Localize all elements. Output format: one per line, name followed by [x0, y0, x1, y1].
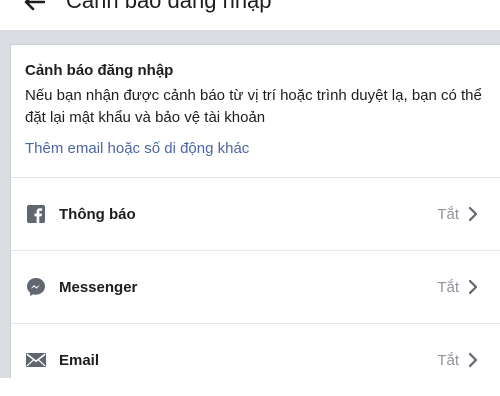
row-notifications[interactable]: Thông báo Tắt — [11, 178, 500, 250]
status-text: Tắt — [437, 278, 459, 296]
back-button[interactable] — [20, 0, 48, 16]
facebook-icon — [26, 204, 46, 224]
row-label: Email — [59, 351, 100, 369]
page-title: Cảnh báo đăng nhập — [66, 0, 272, 13]
add-contact-link[interactable]: Thêm email hoặc số di động khác — [25, 139, 486, 159]
row-label: Messenger — [59, 278, 138, 296]
row-email[interactable]: Email Tắt — [11, 324, 500, 396]
messenger-icon — [26, 277, 46, 297]
card-title: Cảnh báo đăng nhập — [25, 62, 174, 79]
card-description: Nếu bạn nhận được cảnh báo từ vị trí hoặ… — [25, 87, 482, 126]
row-messenger[interactable]: Messenger Tắt — [11, 251, 500, 323]
row-label: Thông báo — [59, 205, 136, 223]
chevron-right-icon — [467, 352, 479, 368]
chevron-right-icon — [467, 206, 479, 222]
card-header: Cảnh báo đăng nhập Nếu bạn nhận được cản… — [11, 45, 500, 159]
top-bar: Cảnh báo đăng nhập — [0, 0, 500, 30]
status-text: Tắt — [437, 351, 459, 369]
chevron-right-icon — [467, 279, 479, 295]
login-alerts-card: Cảnh báo đăng nhập Nếu bạn nhận được cản… — [10, 44, 500, 378]
envelope-icon — [26, 350, 46, 370]
back-arrow-icon — [24, 0, 45, 11]
status-text: Tắt — [437, 205, 459, 223]
